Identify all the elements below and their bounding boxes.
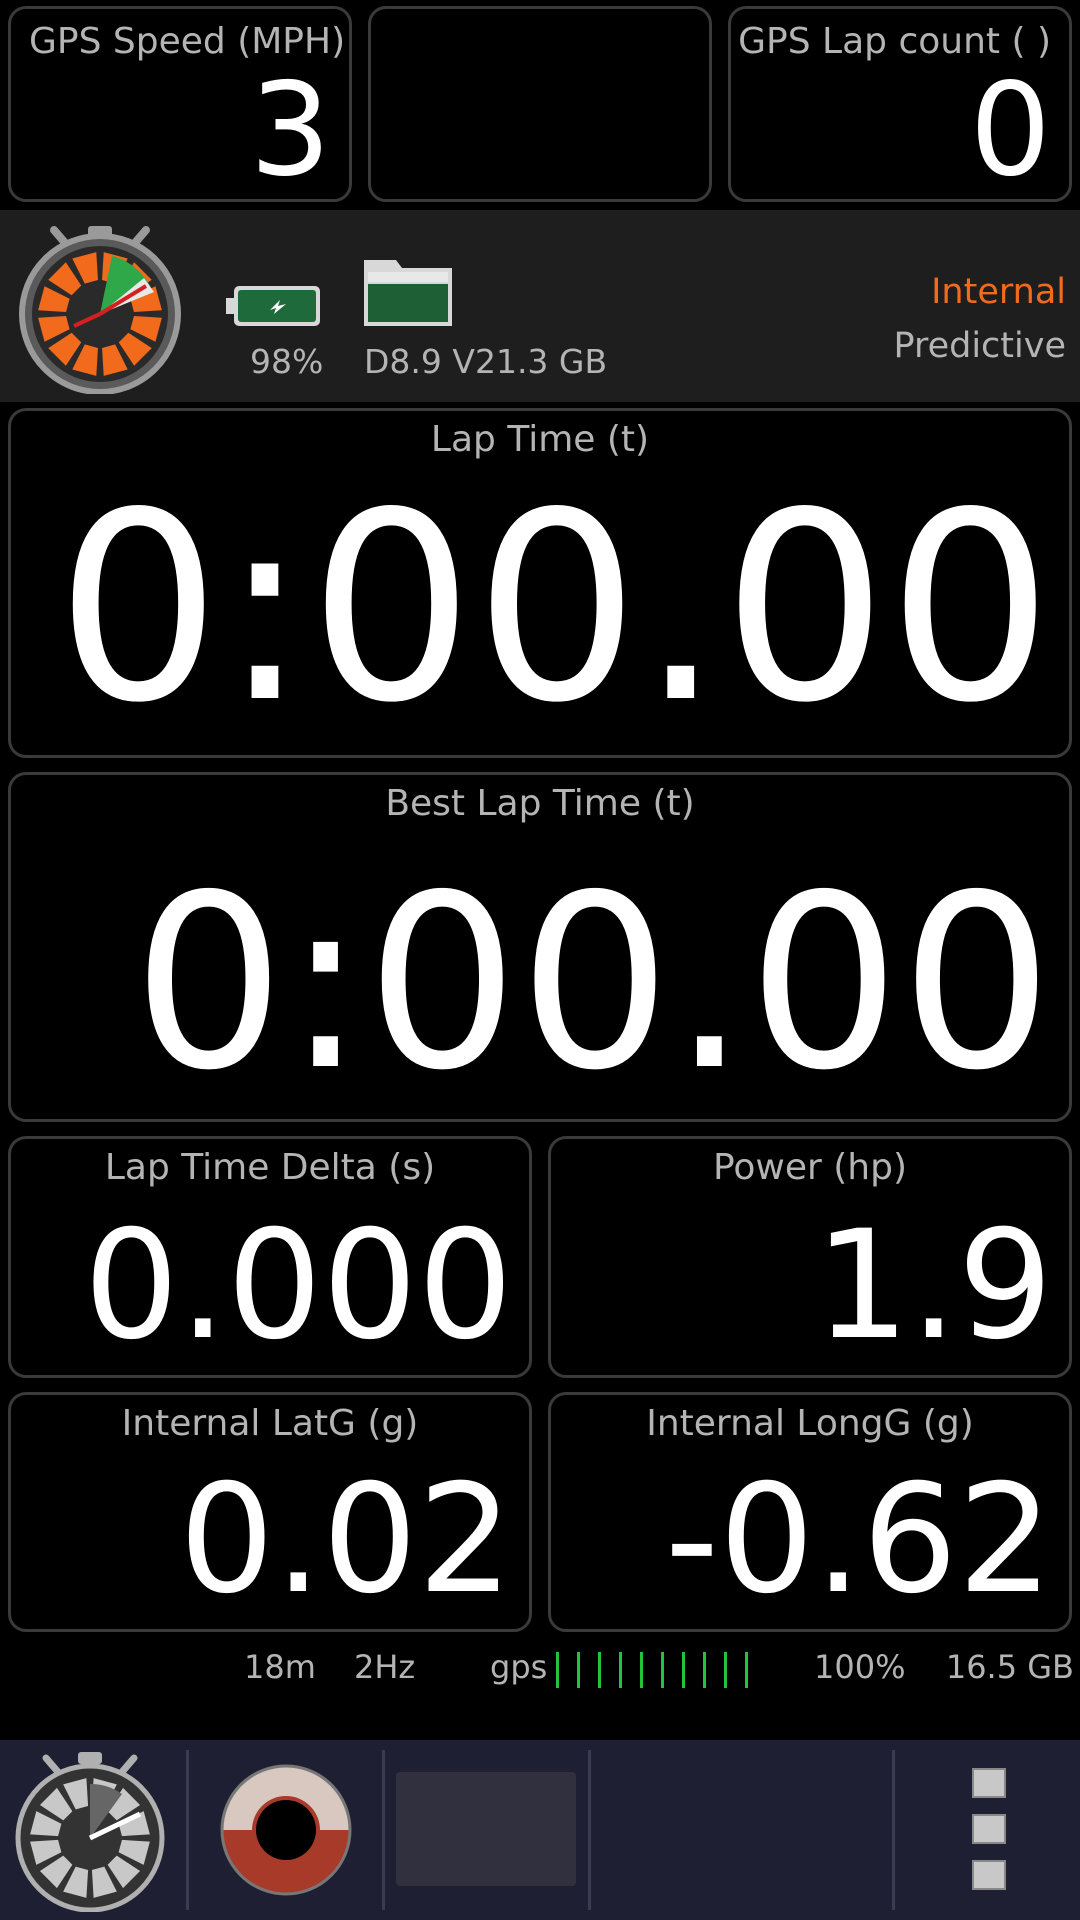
- gps-label: gps: [490, 1648, 548, 1686]
- power-value: 1.9: [814, 1199, 1053, 1373]
- internal-latg-value: 0.02: [179, 1453, 513, 1627]
- power-tile[interactable]: Power (hp) 1.9: [548, 1136, 1072, 1378]
- internal-longg-value: -0.62: [664, 1453, 1053, 1627]
- power-label: Power (hp): [712, 1147, 908, 1188]
- gps-signal-bar: [556, 1652, 559, 1688]
- status-bar: 98% D8.9 V21.3 GB Internal Predictive: [0, 210, 1080, 402]
- best-lap-time-tile[interactable]: Best Lap Time (t) 0:00.00: [8, 772, 1072, 1122]
- empty-tile[interactable]: [368, 6, 712, 202]
- menu-square: [972, 1814, 1006, 1844]
- lap-time-tile[interactable]: Lap Time (t) 0:00.00: [8, 408, 1072, 758]
- gps-signal-bar: [745, 1652, 748, 1688]
- nav-divider: [186, 1750, 189, 1910]
- gps-accuracy: 18m: [244, 1648, 316, 1686]
- nav-divider: [892, 1750, 895, 1910]
- gps-signal-bar: [577, 1652, 580, 1688]
- gps-percent: 100%: [814, 1648, 906, 1686]
- stopwatch-logo-icon[interactable]: [14, 222, 186, 395]
- internal-latg-tile[interactable]: Internal LatG (g) 0.02: [8, 1392, 532, 1632]
- battery-icon: [226, 284, 322, 328]
- gps-signal-bar: [682, 1652, 685, 1688]
- nav-divider: [588, 1750, 591, 1910]
- gps-signal-bar: [661, 1652, 664, 1688]
- gps-rate: 2Hz: [354, 1648, 416, 1686]
- lap-time-label: Lap Time (t): [430, 419, 650, 460]
- stopwatch-icon[interactable]: [10, 1748, 170, 1913]
- menu-icon[interactable]: [970, 1764, 1010, 1898]
- menu-square: [972, 1860, 1006, 1890]
- nav-divider: [382, 1750, 385, 1910]
- storage-text: D8.9 V21.3 GB: [364, 342, 608, 381]
- record-icon[interactable]: [220, 1764, 352, 1896]
- gps-signal-bar: [703, 1652, 706, 1688]
- gps-speed-value: 3: [249, 56, 331, 205]
- folder-icon[interactable]: [362, 256, 454, 328]
- lap-time-delta-label: Lap Time Delta (s): [104, 1147, 436, 1188]
- gps-lap-count-tile[interactable]: GPS Lap count ( ) 0: [728, 6, 1072, 202]
- mode-label[interactable]: Predictive: [893, 326, 1066, 366]
- gps-signal-bar: [724, 1652, 727, 1688]
- bottom-nav: [0, 1740, 1080, 1920]
- lap-time-delta-value: 0.000: [83, 1199, 513, 1373]
- internal-longg-tile[interactable]: Internal LongG (g) -0.62: [548, 1392, 1072, 1632]
- menu-square: [972, 1768, 1006, 1798]
- best-lap-time-label: Best Lap Time (t): [385, 783, 695, 824]
- best-lap-time-value: 0:00.00: [132, 843, 1053, 1123]
- gps-speed-tile[interactable]: GPS Speed (MPH) 3: [8, 6, 352, 202]
- gps-lap-count-value: 0: [969, 56, 1051, 205]
- lap-time-value: 0:00.00: [55, 458, 1053, 760]
- blank-panel[interactable]: [396, 1772, 576, 1886]
- free-storage: 16.5 GB: [945, 1648, 1074, 1686]
- lap-time-delta-tile[interactable]: Lap Time Delta (s) 0.000: [8, 1136, 532, 1378]
- gps-signal-bars: [556, 1650, 766, 1690]
- internal-latg-label: Internal LatG (g): [121, 1403, 419, 1444]
- internal-longg-label: Internal LongG (g): [646, 1403, 974, 1444]
- gps-signal-bar: [598, 1652, 601, 1688]
- gps-signal-bar: [619, 1652, 622, 1688]
- source-label[interactable]: Internal: [931, 272, 1066, 312]
- gps-signal-bar: [640, 1652, 643, 1688]
- battery-percent: 98%: [250, 342, 324, 381]
